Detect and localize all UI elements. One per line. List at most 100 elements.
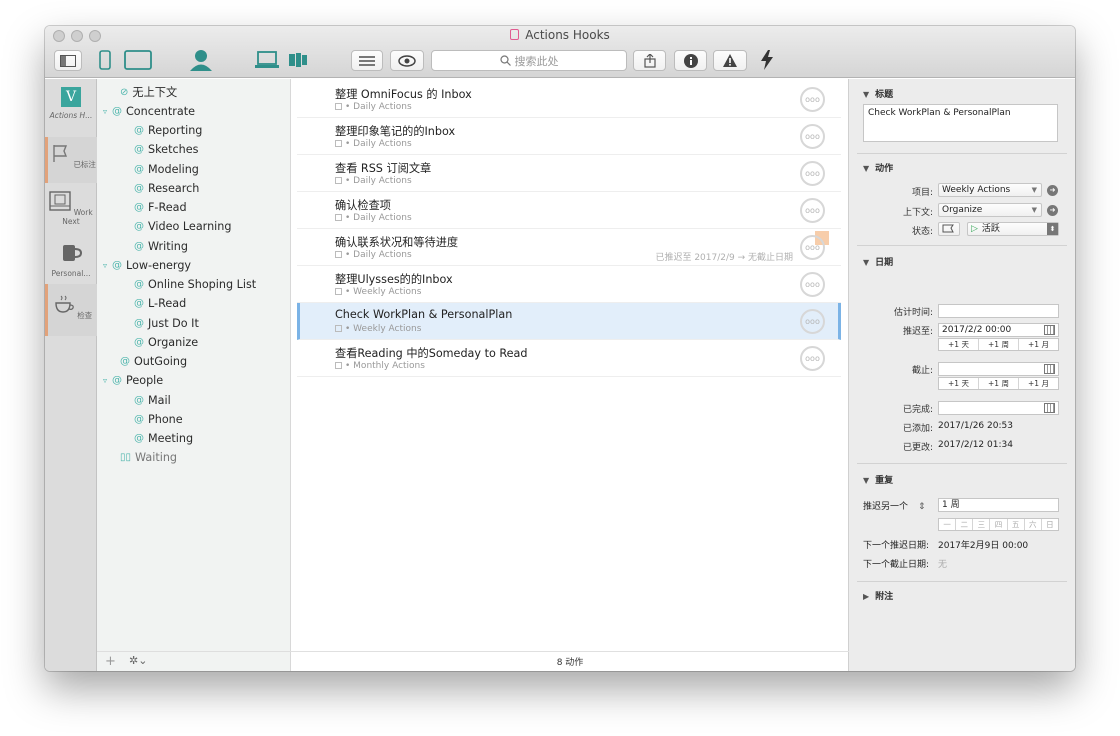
due-plus-week-button[interactable]: +1 周 xyxy=(979,378,1019,389)
laptop-button[interactable] xyxy=(253,46,281,74)
context-item[interactable]: @ Video Learning xyxy=(125,218,231,236)
context-item[interactable]: @ Research xyxy=(125,179,199,197)
action-section-header[interactable]: ▼ 动作 xyxy=(863,161,893,174)
task-title[interactable]: Check WorkPlan & PersonalPlan xyxy=(335,308,512,321)
context-item[interactable]: @ Writing xyxy=(125,237,188,255)
repeat-interval-field[interactable]: 1 周 xyxy=(938,498,1059,512)
task-title[interactable]: 查看 RSS 订阅文章 xyxy=(335,160,431,176)
disclosure-triangle-icon[interactable]: ▿ xyxy=(103,107,112,116)
context-item[interactable]: ▯▯ Waiting xyxy=(111,449,177,467)
context-item[interactable]: @ Reporting xyxy=(125,122,202,140)
task-title[interactable]: 查看Reading 中的Someday to Read xyxy=(335,345,527,361)
script-button[interactable] xyxy=(757,46,777,74)
perspective-work-next[interactable]: Work Next xyxy=(45,191,97,226)
user-button[interactable] xyxy=(187,46,215,74)
task-row[interactable]: 整理Ulysses的的Inbox • Weekly Actions ooo xyxy=(297,266,841,303)
tablet-device-button[interactable] xyxy=(123,46,153,74)
weekday-mon[interactable]: 一 xyxy=(939,519,957,530)
inspector-button[interactable] xyxy=(674,50,707,71)
perspective-review[interactable]: 检查 xyxy=(45,284,97,336)
disclosure-triangle-icon[interactable]: ▿ xyxy=(103,261,112,270)
task-row[interactable]: 查看Reading 中的Someday to Read • Monthly Act… xyxy=(297,340,841,377)
task-title[interactable]: 整理Ulysses的的Inbox xyxy=(335,271,453,287)
task-status-circle[interactable]: ooo xyxy=(800,198,825,223)
title-section-header[interactable]: ▼ 标题 xyxy=(863,87,893,100)
defer-plus-week-button[interactable]: +1 周 xyxy=(979,339,1019,350)
perspective-actions-hooks[interactable]: V Actions H... xyxy=(45,87,97,120)
context-item[interactable]: ⊘ 无上下文 xyxy=(111,83,177,101)
task-row[interactable]: 确认检查项 • Daily Actions ooo xyxy=(297,192,841,229)
context-item[interactable]: @ Just Do It xyxy=(125,314,199,332)
context-item[interactable]: @ Online Shoping List xyxy=(125,276,256,294)
title-textarea[interactable]: Check WorkPlan & PersonalPlan xyxy=(863,104,1058,142)
due-plus-day-button[interactable]: +1 天 xyxy=(939,378,979,389)
project-popup[interactable]: Weekly Actions ▼ xyxy=(938,183,1042,197)
disclosure-triangle-icon[interactable]: ▿ xyxy=(103,376,112,385)
task-row[interactable]: 整理印象笔记的的Inbox • Daily Actions ooo xyxy=(297,118,841,155)
context-item[interactable]: @ Phone xyxy=(125,410,183,428)
task-row[interactable]: 确认联系状况和等待进度 • Daily Actions 已推迟至 2017/2/9 … xyxy=(297,229,841,266)
task-title[interactable]: 确认检查项 xyxy=(335,197,391,213)
sidebar-toggle-button[interactable] xyxy=(54,50,82,71)
context-item[interactable]: @ Meeting xyxy=(125,430,193,448)
perspective-flagged[interactable]: 已标注 xyxy=(45,137,97,183)
note-icon[interactable] xyxy=(335,288,342,295)
note-icon[interactable] xyxy=(335,362,342,369)
note-icon[interactable] xyxy=(335,325,342,332)
context-item[interactable]: @ Modeling xyxy=(125,160,199,178)
add-context-button[interactable]: + xyxy=(105,654,116,669)
flag-toggle[interactable] xyxy=(938,222,960,236)
task-row[interactable]: Check WorkPlan & PersonalPlan • Weekly Ac… xyxy=(297,303,841,340)
task-title[interactable]: 整理 OmniFocus 的 Inbox xyxy=(335,86,472,102)
status-popup[interactable]: ▷ 活跃 ⬍ xyxy=(967,222,1059,236)
task-status-circle[interactable]: ooo xyxy=(800,87,825,112)
weekday-wed[interactable]: 三 xyxy=(973,519,991,530)
go-to-context-icon[interactable]: ➜ xyxy=(1047,205,1058,216)
weekday-sun[interactable]: 日 xyxy=(1042,519,1058,530)
task-status-circle[interactable]: ooo xyxy=(800,309,825,334)
focus-button[interactable] xyxy=(390,50,424,71)
gear-menu-button[interactable]: ✲⌄ xyxy=(129,654,147,667)
note-icon[interactable] xyxy=(335,140,342,147)
estimate-field[interactable] xyxy=(938,304,1059,318)
task-row[interactable]: 整理 OmniFocus 的 Inbox • Daily Actions ooo xyxy=(297,81,841,118)
context-popup[interactable]: Organize ▼ xyxy=(938,203,1042,217)
context-item[interactable]: ▿ @ People xyxy=(103,372,163,390)
view-options-button[interactable] xyxy=(351,50,383,71)
defer-plus-month-button[interactable]: +1 月 xyxy=(1019,339,1058,350)
weekday-thu[interactable]: 四 xyxy=(990,519,1008,530)
task-status-circle[interactable]: ooo xyxy=(800,235,825,260)
weekday-fri[interactable]: 五 xyxy=(1008,519,1025,530)
warning-button[interactable] xyxy=(713,50,747,71)
due-date-field[interactable] xyxy=(938,362,1059,376)
weekday-tue[interactable]: 二 xyxy=(956,519,974,530)
context-item[interactable]: @ OutGoing xyxy=(111,353,187,371)
note-icon[interactable] xyxy=(335,103,342,110)
defer-date-field[interactable]: 2017/2/2 00:00 xyxy=(938,323,1059,337)
context-item[interactable]: @ Sketches xyxy=(125,141,198,159)
share-button[interactable] xyxy=(633,50,666,71)
go-to-project-icon[interactable]: ➜ xyxy=(1047,185,1058,196)
search-field[interactable]: 搜索此处 xyxy=(431,50,627,71)
task-status-circle[interactable]: ooo xyxy=(800,161,825,186)
phone-device-button[interactable] xyxy=(97,46,113,74)
note-icon[interactable] xyxy=(335,251,342,258)
task-title[interactable]: 确认联系状况和等待进度 xyxy=(335,234,458,250)
notes-section-header[interactable]: ▶ 附注 xyxy=(863,589,893,602)
context-item[interactable]: @ Mail xyxy=(125,391,171,409)
task-title[interactable]: 整理印象笔记的的Inbox xyxy=(335,123,455,139)
task-status-circle[interactable]: ooo xyxy=(800,346,825,371)
note-icon[interactable] xyxy=(335,177,342,184)
repeat-mode-popup[interactable]: 推迟另一个 ⇕ xyxy=(863,499,926,512)
task-row[interactable]: 查看 RSS 订阅文章 • Daily Actions ooo xyxy=(297,155,841,192)
context-item[interactable]: ▿ @ Concentrate xyxy=(103,102,195,120)
task-status-circle[interactable]: ooo xyxy=(800,124,825,149)
note-icon[interactable] xyxy=(335,214,342,221)
date-section-header[interactable]: ▼ 日期 xyxy=(863,255,893,268)
weekday-sat[interactable]: 六 xyxy=(1025,519,1042,530)
defer-plus-day-button[interactable]: +1 天 xyxy=(939,339,979,350)
context-item[interactable]: @ Organize xyxy=(125,333,198,351)
completed-date-field[interactable] xyxy=(938,401,1059,415)
repeat-section-header[interactable]: ▼ 重复 xyxy=(863,473,893,486)
context-item[interactable]: ▿ @ Low-energy xyxy=(103,256,191,274)
